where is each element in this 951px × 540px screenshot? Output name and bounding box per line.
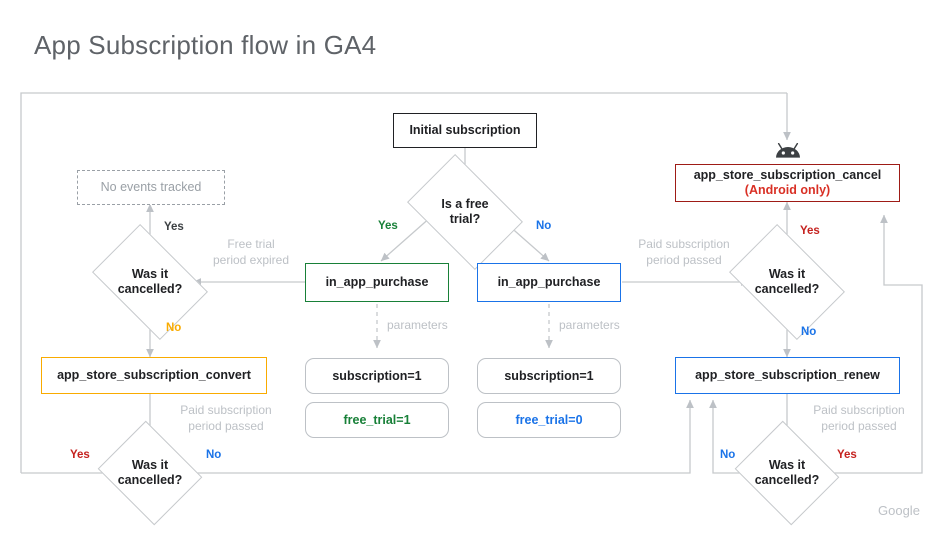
line-2: period passed [646,253,722,268]
edge-label-bottom-right-no: No [720,449,736,461]
edge-label-paid-period-passed-right: Paid subscription period passed [800,402,918,434]
line-1: Paid subscription [813,403,905,417]
edge-label-right-cancelled-yes: Yes [800,225,820,237]
diamond-line-1: Was it [131,458,169,472]
param-subscription-paid: subscription=1 [477,358,621,394]
param-label: subscription=1 [504,369,594,383]
edge-label-paid-period-passed-left: Paid subscription period passed [168,402,284,434]
diamond-line-2: cancelled? [754,282,820,296]
node-label: app_store_subscription_renew [695,368,880,383]
diamond-line-2: cancelled? [117,473,183,487]
line-2: period passed [821,419,897,434]
diamond-text: Was it cancelled? [102,248,198,316]
decision-was-it-cancelled-bottom-right[interactable]: Was it cancelled? [734,420,840,526]
node-label: in_app_purchase [325,275,429,290]
diamond-line-1: Was it [768,458,806,472]
edge-label-bottom-right-yes: Yes [837,449,857,461]
diamond-text: Is a free trial? [417,178,513,246]
diamond-line-2: trial? [449,212,481,226]
decision-is-free-trial[interactable]: Is a free trial? [407,154,523,270]
edge-label-left-cancelled-no: No [166,322,182,334]
node-label: app_store_subscription_convert [57,368,251,383]
edge-label-parameters-right: parameters [559,318,620,332]
edge-label-free-trial-period-expired: Free trial period expired [205,236,297,268]
diamond-line-1: Was it [768,267,806,281]
diamond-text: Was it cancelled? [110,439,190,507]
line-1: Paid subscription [180,403,272,417]
param-free-trial-1: free_trial=1 [305,402,449,438]
node-app-store-subscription-convert[interactable]: app_store_subscription_convert [41,357,267,394]
diamond-text: Was it cancelled? [747,439,827,507]
diamond-line-1: Is a free [441,197,489,211]
node-in-app-purchase-paid[interactable]: in_app_purchase [477,263,621,302]
diamond-line-1: Was it [131,267,169,281]
diagram-canvas: App Subscription flow in GA4 Initial sub… [0,0,951,540]
decision-was-it-cancelled-right[interactable]: Was it cancelled? [729,224,845,340]
node-label: app_store_subscription_cancel [693,168,882,183]
edge-label-free-trial-no: No [536,220,552,232]
node-label: Initial subscription [409,123,521,138]
node-in-app-purchase-free-trial[interactable]: in_app_purchase [305,263,449,302]
node-label: No events tracked [100,180,202,195]
param-free-trial-0: free_trial=0 [477,402,621,438]
node-app-store-subscription-cancel[interactable]: app_store_subscription_cancel (Android o… [675,164,900,202]
edge-label-paid-period-passed-mid: Paid subscription period passed [626,236,742,268]
edge-label-right-cancelled-no: No [801,326,817,338]
node-app-store-subscription-renew[interactable]: app_store_subscription_renew [675,357,900,394]
node-initial-subscription[interactable]: Initial subscription [393,113,537,148]
line-1: Free trial [227,237,275,251]
param-label: free_trial=1 [343,413,411,427]
param-label: subscription=1 [332,369,422,383]
node-sublabel: (Android only) [744,183,831,197]
decision-was-it-cancelled-bottom-left[interactable]: Was it cancelled? [97,420,203,526]
node-no-events-tracked: No events tracked [77,170,225,205]
diamond-line-2: cancelled? [754,473,820,487]
edge-label-left-cancelled-yes: Yes [164,221,184,233]
diamond-line-2: cancelled? [117,282,183,296]
edge-label-bottom-left-no: No [206,449,222,461]
line-2: period passed [188,419,264,434]
node-label: in_app_purchase [497,275,601,290]
decision-was-it-cancelled-left[interactable]: Was it cancelled? [92,224,208,340]
edge-label-free-trial-yes: Yes [378,220,398,232]
param-subscription-free: subscription=1 [305,358,449,394]
line-2: period expired [212,253,290,268]
param-label: free_trial=0 [515,413,583,427]
android-robot-icon [772,142,804,163]
edge-label-parameters-left: parameters [387,318,448,332]
line-1: Paid subscription [638,237,730,251]
google-watermark: Google [878,503,920,518]
diamond-text: Was it cancelled? [739,248,835,316]
edge-label-bottom-left-yes: Yes [70,449,90,461]
